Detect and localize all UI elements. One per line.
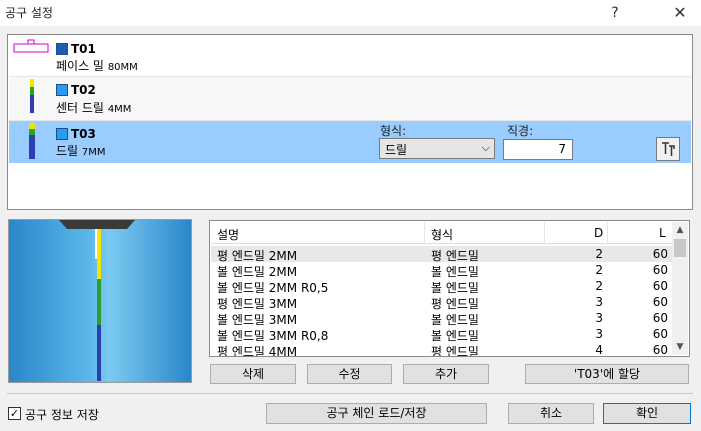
tool-description: 드릴 7MM <box>56 142 106 159</box>
tool-edit-icon <box>662 142 675 156</box>
row-d: 4 <box>595 343 603 357</box>
tool-description: 센터 드릴 4MM <box>56 99 131 116</box>
ok-button[interactable]: 확인 <box>603 403 691 424</box>
header-l[interactable]: L <box>659 226 666 240</box>
tool-preview <box>8 219 192 383</box>
tool-description: 페이스 밀 80MM <box>56 57 138 74</box>
chevron-down-icon: ⌵ <box>481 141 490 154</box>
diameter-label: 직경: <box>507 124 534 138</box>
tool-row-t01[interactable]: T01 페이스 밀 80MM <box>9 36 691 77</box>
tool-description-name: 페이스 밀 <box>56 59 104 73</box>
row-d: 3 <box>595 311 603 325</box>
row-d: 2 <box>595 263 603 277</box>
type-select-value: 드릴 <box>385 143 408 157</box>
header-name[interactable]: 설명 <box>217 226 239 243</box>
tool-color-swatch <box>56 43 68 55</box>
table-row[interactable]: 볼 엔드밀 3MM 볼 엔드밀 3 60 <box>211 310 672 327</box>
tool-number: T01 <box>71 42 96 56</box>
tool-description-name: 센터 드릴 <box>56 101 104 115</box>
row-name: 평 엔드밀 4MM <box>217 345 298 357</box>
row-l: 60 <box>652 295 668 309</box>
divider <box>7 393 693 394</box>
row-l: 60 <box>652 311 668 325</box>
tool-description-size: 80MM <box>107 62 138 73</box>
row-d: 2 <box>595 279 603 293</box>
tool-row-t03[interactable]: T03 드릴 7MM 형식: 드릴 ⌵ 직경: 7 <box>9 121 691 163</box>
scrollbar-thumb[interactable] <box>674 239 686 257</box>
tool-chain-load-save-button[interactable]: 공구 체인 로드/저장 <box>266 403 487 424</box>
row-l: 60 <box>652 343 668 357</box>
title-bar <box>0 0 701 26</box>
tool-row-t02[interactable]: T02 센터 드릴 4MM <box>9 77 691 121</box>
scroll-up-icon[interactable]: ▲ <box>672 222 688 238</box>
tool-description-size: 4MM <box>107 104 132 115</box>
type-label: 형식: <box>380 124 407 138</box>
tool-preview-drawing <box>59 220 135 381</box>
save-tool-info-label[interactable]: 공구 정보 저장 <box>25 406 99 423</box>
header-type[interactable]: 형식 <box>431 226 453 243</box>
table-header: 설명 형식 D L <box>211 222 672 244</box>
tool-description-size: 7MM <box>81 147 106 158</box>
cancel-button[interactable]: 취소 <box>508 403 594 424</box>
header-d[interactable]: D <box>594 226 603 240</box>
tool-library-table: 설명 형식 D L 평 엔드밀 2MM 평 엔드밀 2 60 볼 엔드밀 2MM… <box>209 220 690 357</box>
center-drill-icon <box>30 79 34 113</box>
row-d: 3 <box>595 327 603 341</box>
row-type: 평 엔드밀 <box>431 345 479 357</box>
row-l: 60 <box>652 247 668 261</box>
face-mill-icon <box>13 39 49 53</box>
row-d: 3 <box>595 295 603 309</box>
row-l: 60 <box>652 327 668 341</box>
add-button[interactable]: 추가 <box>403 364 489 384</box>
row-l: 60 <box>652 279 668 293</box>
help-button[interactable]: ? <box>600 0 630 26</box>
table-row[interactable]: 평 엔드밀 2MM 평 엔드밀 2 60 <box>211 246 672 263</box>
table-row[interactable]: 볼 엔드밀 2MM R0,5 볼 엔드밀 2 60 <box>211 278 672 295</box>
table-row[interactable]: 볼 엔드밀 3MM R0,8 볼 엔드밀 3 60 <box>211 326 672 343</box>
vertical-scrollbar[interactable]: ▲ ▼ <box>672 222 688 355</box>
table-row[interactable]: 평 엔드밀 4MM 평 엔드밀 4 60 <box>211 342 672 357</box>
tool-description-name: 드릴 <box>56 144 79 158</box>
table-row[interactable]: 평 엔드밀 3MM 평 엔드밀 3 60 <box>211 294 672 311</box>
drill-icon <box>29 123 35 159</box>
close-button[interactable]: ✕ <box>660 0 700 26</box>
edit-button[interactable]: 수정 <box>307 364 392 384</box>
assign-tool-button[interactable]: 'T03'에 할당 <box>525 364 689 384</box>
row-d: 2 <box>595 247 603 261</box>
delete-button[interactable]: 삭제 <box>210 364 296 384</box>
save-tool-info-checkbox[interactable]: ✓ <box>8 407 21 420</box>
scroll-down-icon[interactable]: ▼ <box>672 339 688 355</box>
tool-edit-button[interactable] <box>656 137 680 161</box>
tool-color-swatch <box>56 128 68 140</box>
tool-color-swatch <box>56 84 68 96</box>
type-select[interactable]: 드릴 ⌵ <box>379 138 495 159</box>
tool-number: T02 <box>71 83 96 97</box>
diameter-input[interactable]: 7 <box>503 139 573 160</box>
row-l: 60 <box>652 263 668 277</box>
tool-list: T01 페이스 밀 80MM T02 센터 드릴 4MM T03 드릴 7MM <box>7 34 693 210</box>
table-row[interactable]: 볼 엔드밀 2MM 볼 엔드밀 2 60 <box>211 262 672 279</box>
window-title: 공구 설정 <box>5 6 53 20</box>
tool-number: T03 <box>71 127 96 141</box>
